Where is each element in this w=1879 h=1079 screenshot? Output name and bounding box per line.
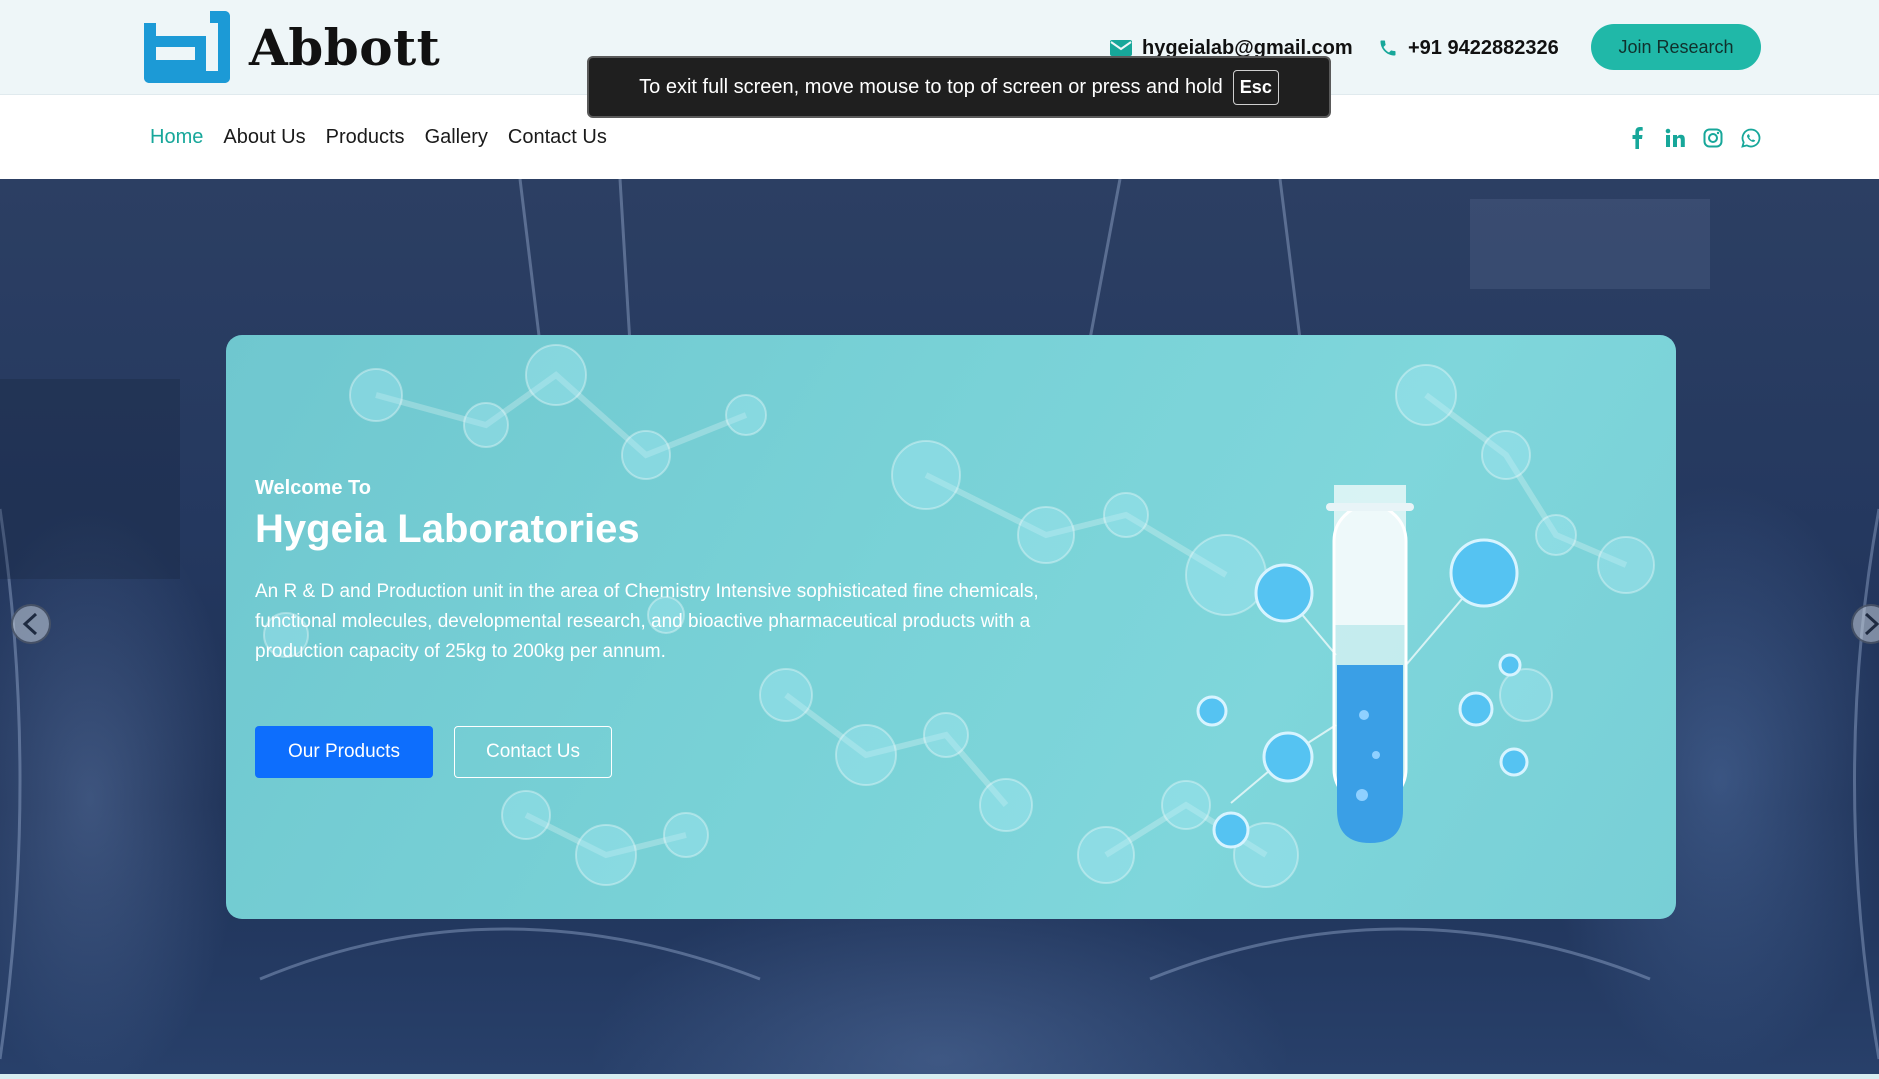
envelope-icon: [1110, 40, 1132, 56]
test-tube-icon: [1326, 485, 1414, 843]
abbott-logo-icon: [144, 11, 230, 83]
brand-name: Abbott: [249, 17, 441, 77]
hero-card: Welcome To Hygeia Laboratories An R & D …: [226, 335, 1676, 919]
instagram-icon[interactable]: [1702, 127, 1724, 149]
phone-text: +91 9422882326: [1408, 36, 1559, 59]
our-products-button[interactable]: Our Products: [255, 726, 433, 778]
phone-contact[interactable]: +91 9422882326: [1378, 33, 1559, 63]
whatsapp-icon[interactable]: [1740, 127, 1762, 149]
social-links: [1626, 96, 1762, 179]
esc-key-badge: Esc: [1232, 69, 1279, 105]
hero-description: An R & D and Production unit in the area…: [255, 581, 1039, 662]
hero-welcome: Welcome To: [255, 477, 371, 499]
nav-products[interactable]: Products: [326, 126, 405, 149]
contact-us-button[interactable]: Contact Us: [454, 726, 612, 778]
nav-home[interactable]: Home: [150, 126, 203, 149]
nav-gallery[interactable]: Gallery: [425, 126, 488, 149]
linkedin-icon[interactable]: [1664, 127, 1686, 149]
nav-links: Home About Us Products Gallery Contact U…: [150, 96, 627, 179]
chevron-right-icon: [1864, 613, 1879, 635]
hero-title: Hygeia Laboratories: [255, 507, 640, 551]
hero-carousel: Welcome To Hygeia Laboratories An R & D …: [0, 179, 1879, 1074]
nav-about-us[interactable]: About Us: [223, 126, 305, 149]
chevron-left-icon: [22, 613, 38, 635]
phone-icon: [1380, 40, 1396, 56]
carousel-prev-button[interactable]: [11, 604, 51, 644]
join-research-button[interactable]: Join Research: [1591, 24, 1761, 70]
fullscreen-notice-text: To exit full screen, move mouse to top o…: [639, 75, 1223, 98]
nav-contact-us[interactable]: Contact Us: [508, 126, 607, 149]
fullscreen-exit-notice: To exit full screen, move mouse to top o…: [587, 56, 1331, 118]
brand-logo[interactable]: Abbott: [141, 10, 440, 84]
hero-bottom-border: [0, 1074, 1879, 1079]
facebook-icon[interactable]: [1626, 126, 1648, 149]
